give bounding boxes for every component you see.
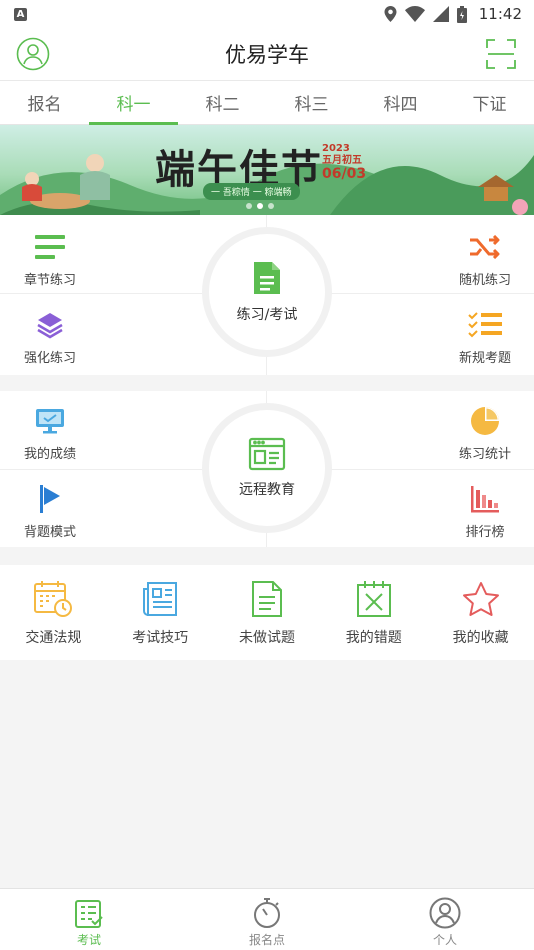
- leaderboard-button[interactable]: 排行榜: [425, 483, 534, 540]
- intensive-practice-button[interactable]: 强化练习: [0, 309, 110, 366]
- nav-signup-point[interactable]: 报名点: [178, 889, 356, 950]
- quick-links: 交通法规 考试技巧 未做试题 我的错题 我的收藏: [0, 565, 534, 660]
- banner-dot[interactable]: [246, 203, 252, 209]
- stopwatch-icon: [254, 898, 280, 928]
- status-bar: A 11:42: [0, 0, 534, 28]
- traffic-law-button[interactable]: 交通法规: [0, 565, 107, 660]
- banner-dot-active[interactable]: [257, 203, 263, 209]
- app-header: 优易学车: [0, 28, 534, 80]
- bottom-nav: 考试 报名点 个人: [0, 888, 534, 950]
- wrong-questions-button[interactable]: 我的错题: [320, 565, 427, 660]
- practice-exam-button[interactable]: 练习/考试: [202, 227, 332, 357]
- tab-subject-4[interactable]: 科四: [356, 81, 445, 124]
- banner-pagination: [246, 203, 274, 209]
- banner-date: 2023 五月初五 06/03: [322, 143, 367, 182]
- shuffle-icon: [470, 235, 500, 259]
- tab-license[interactable]: 下证: [445, 81, 534, 124]
- favorites-button[interactable]: 我的收藏: [427, 565, 534, 660]
- monitor-icon: [36, 409, 64, 434]
- promo-banner[interactable]: 端午佳节 2023 五月初五 06/03 一 吾粽情 一 粽端畅: [0, 125, 534, 215]
- user-icon: [429, 897, 461, 929]
- document-outline-icon: [251, 580, 282, 617]
- remote-panel: 我的成绩 练习统计 背题模式 排行榜 远程教育: [0, 391, 534, 547]
- chapter-practice-button[interactable]: 章节练习: [0, 231, 110, 288]
- star-icon: [462, 581, 499, 616]
- tab-subject-3[interactable]: 科三: [267, 81, 356, 124]
- layers-icon: [37, 313, 63, 339]
- banner-dot[interactable]: [268, 203, 274, 209]
- user-avatar-icon: [16, 37, 50, 71]
- random-practice-button[interactable]: 随机练习: [425, 231, 534, 288]
- banner-subtitle: 一 吾粽情 一 粽端畅: [203, 183, 300, 200]
- wrong-calendar-icon: [356, 580, 391, 617]
- list-icon: [35, 235, 65, 259]
- practice-panel: 章节练习 随机练习 强化练习 新规考题 练习/考试: [0, 215, 534, 375]
- memorize-mode-button[interactable]: 背题模式: [0, 483, 110, 540]
- status-time: 11:42: [478, 5, 522, 23]
- wifi-icon: [404, 6, 425, 22]
- checklist-icon: [468, 312, 502, 338]
- profile-button[interactable]: [16, 37, 50, 71]
- pie-chart-icon: [471, 407, 499, 435]
- exam-tips-button[interactable]: 考试技巧: [107, 565, 214, 660]
- newspaper-icon: [143, 581, 178, 616]
- remote-education-button[interactable]: 远程教育: [202, 403, 332, 533]
- tab-signup[interactable]: 报名: [0, 81, 89, 124]
- new-rules-questions-button[interactable]: 新规考题: [425, 309, 534, 366]
- page-title: 优易学车: [225, 43, 309, 67]
- my-scores-button[interactable]: 我的成绩: [0, 405, 110, 462]
- browser-window-icon: [248, 437, 286, 471]
- tab-subject-1[interactable]: 科一: [89, 81, 178, 125]
- flag-icon: [40, 485, 60, 513]
- nav-exam[interactable]: 考试: [0, 889, 178, 950]
- scan-button[interactable]: [484, 37, 518, 71]
- nav-profile[interactable]: 个人: [356, 889, 534, 950]
- notification-a-icon: A: [14, 7, 27, 21]
- unanswered-questions-button[interactable]: 未做试题: [214, 565, 321, 660]
- battery-icon: [456, 5, 467, 23]
- practice-stats-button[interactable]: 练习统计: [425, 405, 534, 462]
- subject-tabs: 报名 科一 科二 科三 科四 下证: [0, 80, 534, 125]
- signal-icon: [432, 6, 449, 22]
- calendar-clock-icon: [34, 580, 73, 617]
- tab-subject-2[interactable]: 科二: [178, 81, 267, 124]
- scan-icon: [486, 39, 516, 69]
- exam-checklist-icon: [75, 900, 103, 928]
- location-icon: [384, 6, 397, 22]
- bar-chart-icon: [471, 486, 499, 513]
- document-icon: [254, 262, 280, 294]
